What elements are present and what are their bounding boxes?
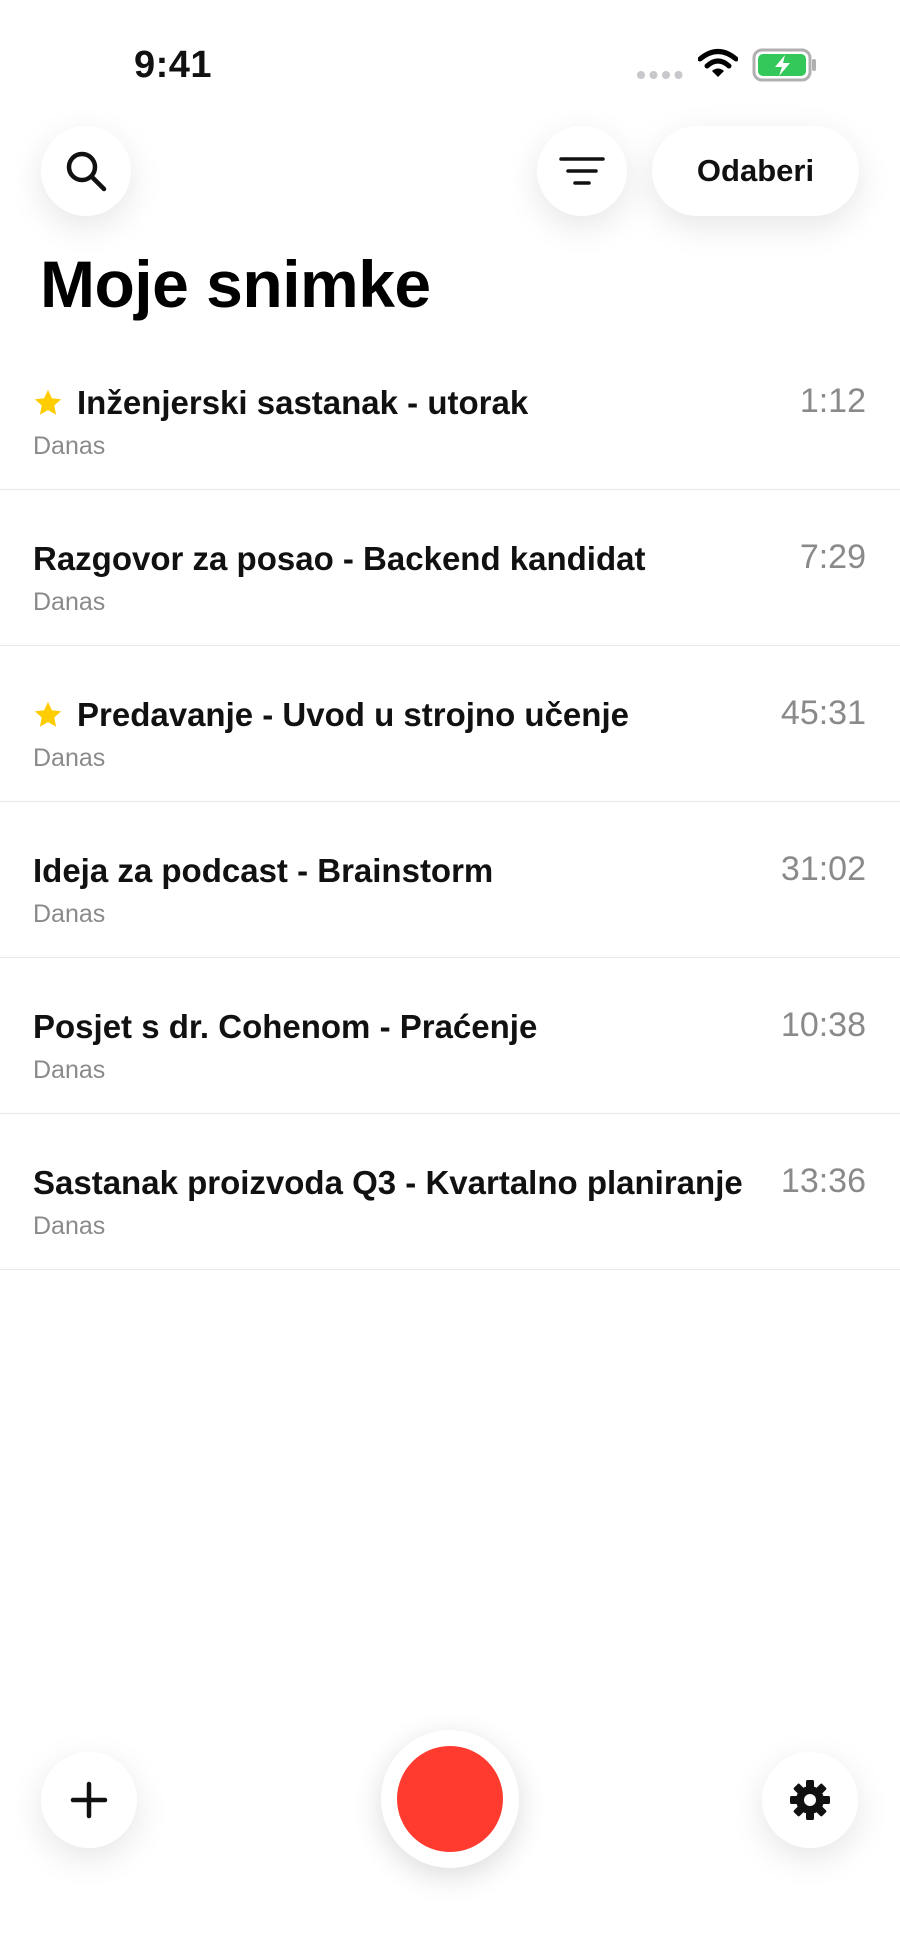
record-icon	[397, 1746, 503, 1852]
recording-row[interactable]: Razgovor za posao - Backend kandidat Dana…	[0, 490, 900, 646]
plus-icon	[70, 1781, 108, 1819]
recording-row[interactable]: Ideja za podcast - Brainstorm Danas 31:02	[0, 802, 900, 958]
record-button[interactable]	[381, 1730, 519, 1868]
recording-date: Danas	[33, 1212, 106, 1240]
sort-lines-icon	[559, 157, 605, 185]
recording-date: Danas	[33, 900, 106, 928]
page-title: Moje snimke	[40, 247, 431, 321]
recording-row[interactable]: Predavanje - Uvod u strojno učenje Danas 4…	[0, 646, 900, 802]
recording-duration: 10:38	[780, 1006, 866, 1044]
sort-button[interactable]	[537, 126, 627, 216]
recording-title: Inženjerski sastanak - utorak	[77, 384, 529, 421]
recording-title: Ideja za podcast - Brainstorm	[33, 852, 494, 889]
recording-title-line: Razgovor za posao - Backend kandidat	[33, 540, 645, 578]
add-button[interactable]	[41, 1752, 137, 1848]
recording-date: Danas	[33, 744, 106, 772]
gear-icon	[790, 1780, 830, 1820]
recording-duration: 45:31	[780, 694, 866, 732]
recording-title: Predavanje - Uvod u strojno učenje	[77, 696, 629, 733]
status-bar: 9:41	[0, 0, 900, 110]
recording-duration: 1:12	[799, 382, 866, 420]
recording-title-line: Posjet s dr. Cohenom - Praćenje	[33, 1008, 537, 1046]
star-icon	[34, 389, 62, 415]
star-icon	[34, 701, 62, 727]
recording-row[interactable]: Posjet s dr. Cohenom - Praćenje Danas 10:3…	[0, 958, 900, 1114]
recording-date: Danas	[33, 588, 106, 616]
recording-duration: 13:36	[780, 1162, 866, 1200]
recording-date: Danas	[33, 1056, 106, 1084]
search-icon	[66, 151, 107, 192]
wifi-icon	[698, 49, 738, 77]
recording-row[interactable]: Inženjerski sastanak - utorak Danas 1:12	[0, 334, 900, 490]
recording-duration: 31:02	[780, 850, 866, 888]
recording-title-line: Predavanje - Uvod u strojno učenje	[33, 696, 629, 734]
status-time: 9:41	[134, 44, 213, 86]
recording-title: Posjet s dr. Cohenom - Praćenje	[33, 1008, 538, 1045]
battery-charging-icon	[752, 48, 816, 82]
recording-row[interactable]: Sastanak proizvoda Q3 - Kvartalno planir…	[0, 1114, 900, 1270]
recording-title-line: Inženjerski sastanak - utorak	[33, 384, 528, 422]
select-button[interactable]: Odaberi	[652, 126, 859, 216]
signal-dots-icon	[637, 71, 683, 79]
recording-title: Sastanak proizvoda Q3 - Kvartalno planir…	[33, 1164, 743, 1201]
recordings-list: Inženjerski sastanak - utorak Danas 1:12 Ra…	[0, 334, 900, 1270]
settings-button[interactable]	[762, 1752, 858, 1848]
recording-title-line: Sastanak proizvoda Q3 - Kvartalno planir…	[33, 1164, 743, 1202]
recording-title-line: Ideja za podcast - Brainstorm	[33, 852, 493, 890]
recording-duration: 7:29	[799, 538, 866, 576]
search-button[interactable]	[41, 126, 131, 216]
recording-title: Razgovor za posao - Backend kandidat	[33, 540, 646, 577]
recording-date: Danas	[33, 432, 106, 460]
